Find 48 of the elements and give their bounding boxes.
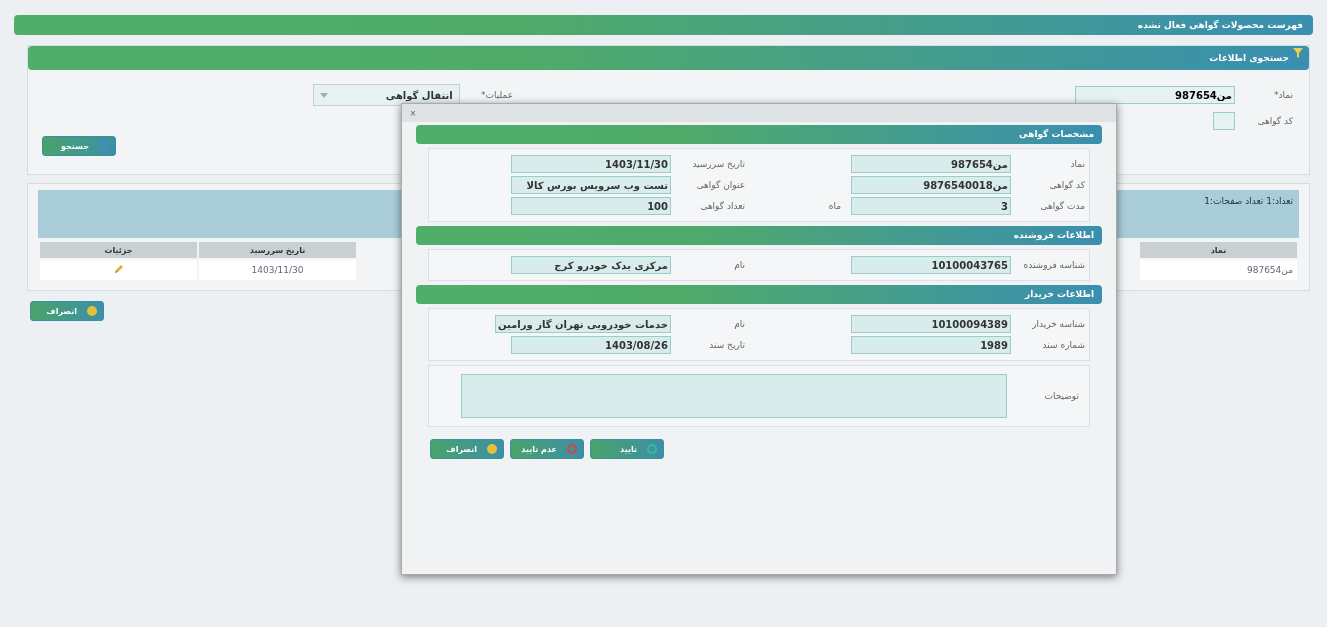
panel-title: جستجوی اطلاعات bbox=[1209, 53, 1289, 63]
value-field[interactable]: 100 bbox=[511, 197, 671, 215]
value-field[interactable]: 1403/11/30 bbox=[511, 155, 671, 173]
field-label: تعداد گواهی bbox=[699, 201, 746, 211]
value-field[interactable]: 1403/08/26 bbox=[511, 336, 671, 354]
funnel-icon bbox=[1293, 48, 1303, 58]
page-count-text: تعداد:1 تعداد صفحات:1 bbox=[1204, 196, 1293, 206]
value-field[interactable]: تست وب سرویس بورس کالا bbox=[511, 176, 671, 194]
column-header: تاریخ سررسید bbox=[199, 242, 356, 258]
pencil-icon[interactable] bbox=[112, 263, 125, 275]
table-cell: 1403/11/30 bbox=[199, 260, 356, 280]
field-label: نام bbox=[733, 319, 746, 329]
value-field[interactable]: 3 bbox=[851, 197, 1011, 215]
close-button[interactable]: × bbox=[402, 104, 424, 122]
unit-label: ماه bbox=[828, 201, 841, 211]
description-field[interactable] bbox=[461, 374, 1007, 418]
field-label: شناسه فروشنده bbox=[1022, 260, 1086, 270]
field-label: نماد bbox=[1069, 159, 1086, 169]
value-field[interactable]: من9876540018 bbox=[851, 176, 1011, 194]
caret-icon bbox=[320, 92, 328, 98]
text-field[interactable]: من987654 bbox=[1075, 86, 1235, 104]
column-header: نماد bbox=[1140, 242, 1297, 258]
table-cell: من987654 bbox=[1140, 260, 1297, 280]
field-label: شماره سند bbox=[1041, 340, 1086, 350]
field-label: عنوان گواهی bbox=[695, 180, 746, 190]
field-label: شناسه خریدار bbox=[1031, 319, 1086, 329]
value-field[interactable]: 10100094389 bbox=[851, 315, 1011, 333]
value-field[interactable]: خدمات خودرویی تهران گاز ورامین bbox=[495, 315, 671, 333]
section-title: اطلاعات خریدار bbox=[416, 285, 1102, 304]
section-title: مشخصات گواهی bbox=[416, 125, 1102, 144]
field-label: تاریخ سررسید bbox=[691, 159, 746, 169]
value-field[interactable]: 1989 bbox=[851, 336, 1011, 354]
field-label: عملیات* bbox=[480, 90, 513, 100]
value-field[interactable]: 10100043765 bbox=[851, 256, 1011, 274]
text-field[interactable] bbox=[1213, 112, 1235, 130]
field-label: نماد* bbox=[1273, 90, 1293, 100]
column-header: جزئیات bbox=[40, 242, 197, 258]
value-field[interactable]: من987654 bbox=[851, 155, 1011, 173]
field-label: توضیحات bbox=[1043, 391, 1080, 401]
page-title: فهرست محصولات گواهی فعال نشده bbox=[14, 15, 1313, 35]
field-label: کد گواهی bbox=[1048, 180, 1086, 190]
operation-select[interactable]: انتقال گواهی bbox=[313, 84, 460, 106]
value-field[interactable]: مرکزی یدک خودرو کرج bbox=[511, 256, 671, 274]
field-label: تاریخ سند bbox=[708, 340, 746, 350]
field-label: کد گواهی bbox=[1256, 116, 1293, 126]
field-label: نام bbox=[733, 260, 746, 270]
field-label: مدت گواهی bbox=[1039, 201, 1086, 211]
section-title: اطلاعات فروشنده bbox=[416, 226, 1102, 245]
